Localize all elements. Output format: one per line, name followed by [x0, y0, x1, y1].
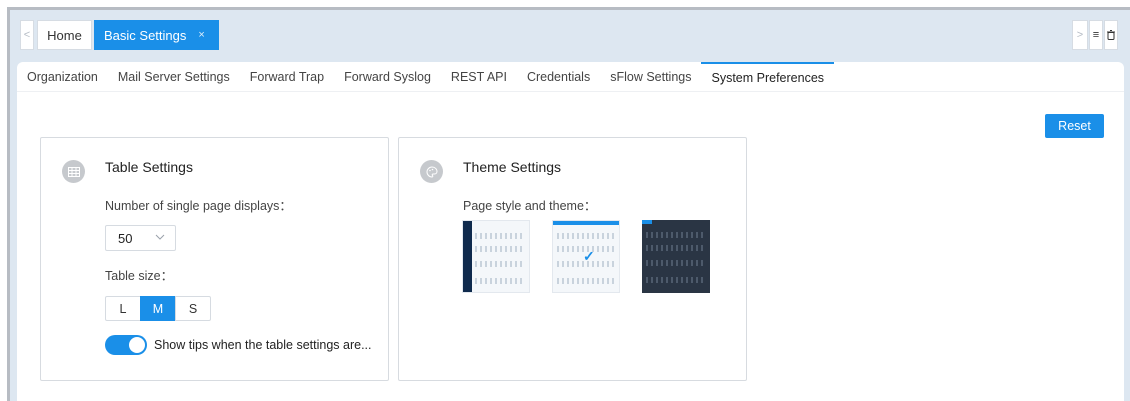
tips-toggle-label: Show tips when the table settings are...	[154, 338, 372, 352]
subtab-system-preferences[interactable]: System Preferences	[701, 62, 835, 92]
size-l-button[interactable]: L	[105, 296, 141, 321]
theme-light-thumbnail[interactable]: ✓	[552, 220, 620, 293]
subtab-forward-trap[interactable]: Forward Trap	[240, 62, 334, 92]
subtab-rest-api[interactable]: REST API	[441, 62, 517, 92]
tab-basic-settings-label: Basic Settings	[104, 27, 187, 43]
subtab-forward-syslog[interactable]: Forward Syslog	[334, 62, 441, 92]
thumb-row	[646, 260, 704, 266]
subtab-bar: Organization Mail Server Settings Forwar…	[17, 62, 1124, 92]
theme-dark-thumbnail[interactable]	[642, 220, 710, 293]
prev-tab-arrow[interactable]: <	[20, 20, 34, 50]
tab-basic-settings[interactable]: Basic Settings ×	[94, 20, 219, 50]
theme-dark-sidebar-thumbnail[interactable]	[462, 220, 530, 293]
tips-toggle-row: Show tips when the table settings are...	[105, 335, 372, 355]
table-icon	[62, 160, 85, 183]
theme-thumbnails: ✓	[462, 220, 732, 293]
theme-settings-card: Theme Settings Page style and theme： ✓	[398, 137, 747, 381]
subtab-credentials[interactable]: Credentials	[517, 62, 600, 92]
table-size-label: Table size：	[105, 269, 174, 283]
settings-panel: Organization Mail Server Settings Forwar…	[17, 62, 1124, 401]
tips-toggle[interactable]	[105, 335, 147, 355]
thumb-row	[557, 278, 615, 284]
thumb-row	[557, 233, 615, 239]
size-m-button[interactable]: M	[140, 296, 176, 321]
thumb-sidebar	[463, 221, 472, 292]
page-displays-select[interactable]: 50	[105, 225, 176, 251]
thumb-row	[646, 277, 704, 283]
page-displays-label: Number of single page displays：	[105, 199, 292, 213]
table-settings-title: Table Settings	[105, 159, 193, 175]
next-tab-arrow[interactable]: >	[1072, 20, 1088, 50]
tab-home[interactable]: Home	[37, 20, 92, 50]
tab-menu-icon[interactable]: ≡	[1089, 20, 1103, 50]
tab-tools: > ≡	[1071, 20, 1118, 50]
thumb-row	[646, 245, 704, 251]
toggle-knob	[129, 337, 145, 353]
subtab-sflow-settings[interactable]: sFlow Settings	[600, 62, 701, 92]
thumb-row	[475, 261, 525, 267]
thumb-row	[475, 233, 525, 239]
chevron-down-icon	[155, 231, 165, 246]
thumb-header	[553, 221, 619, 225]
page-displays-value: 50	[118, 230, 133, 246]
close-tab-icon[interactable]: ×	[198, 29, 204, 41]
page-style-label: Page style and theme：	[463, 199, 597, 213]
subtab-organization[interactable]: Organization	[17, 62, 108, 92]
thumb-row	[475, 278, 525, 284]
reset-button[interactable]: Reset	[1045, 114, 1104, 138]
size-s-button[interactable]: S	[175, 296, 211, 321]
subtab-mail-server-settings[interactable]: Mail Server Settings	[108, 62, 240, 92]
theme-settings-title: Theme Settings	[463, 159, 562, 175]
thumb-row	[475, 246, 525, 252]
thumb-row	[646, 232, 704, 238]
palette-icon	[420, 160, 443, 183]
table-settings-card: Table Settings Number of single page dis…	[40, 137, 389, 381]
thumb-header	[642, 220, 652, 224]
close-all-tabs-icon[interactable]	[1104, 20, 1118, 50]
selected-check-icon: ✓	[583, 248, 595, 264]
table-size-selector: L M S	[105, 296, 211, 321]
